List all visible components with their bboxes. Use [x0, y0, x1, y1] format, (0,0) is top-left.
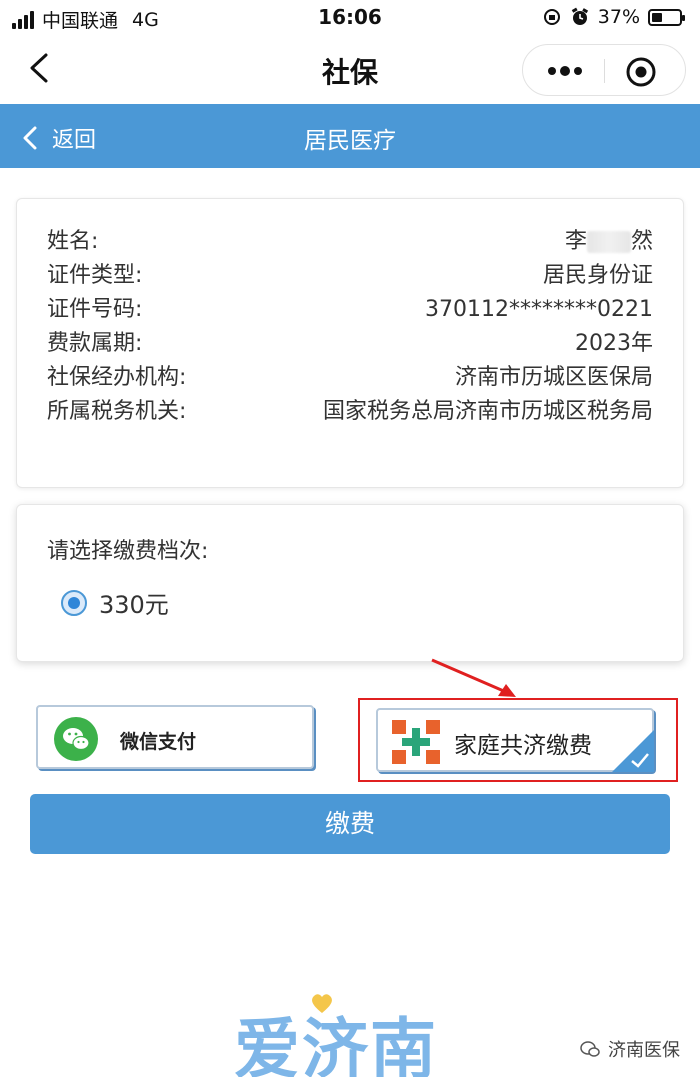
- battery-fill: [652, 12, 662, 22]
- info-value: 居民身份证: [542, 263, 653, 288]
- tier-amount: 330元: [99, 591, 169, 619]
- wechat-official-account-icon: [580, 1041, 600, 1057]
- family-pay-label: 家庭共济缴费: [454, 733, 592, 759]
- name-suffix: 然: [630, 229, 653, 254]
- wechat-pay-button[interactable]: 微信支付: [36, 705, 314, 769]
- info-label: 费款属期:: [47, 331, 143, 356]
- selected-check-icon: [612, 730, 654, 772]
- pay-submit-button[interactable]: 缴费: [30, 794, 670, 854]
- tier-prompt: 请选择缴费档次:: [47, 539, 209, 564]
- family-pay-icon: [392, 720, 440, 764]
- info-value-name: 李然: [565, 225, 653, 259]
- account-name: 济南医保: [608, 1040, 680, 1061]
- info-value: 370112********0221: [425, 297, 653, 322]
- info-value: 国家税务总局济南市历城区税务局: [322, 399, 653, 424]
- info-card: 姓名: 李然 证件类型: 居民身份证 证件号码: 370112********0…: [16, 198, 684, 488]
- info-label: 所属税务机关:: [47, 399, 187, 424]
- capsule-menu: [522, 44, 686, 96]
- tier-card: 请选择缴费档次: 330元: [16, 504, 684, 662]
- close-miniprogram-icon[interactable]: [625, 56, 657, 88]
- name-prefix: 李: [564, 229, 587, 254]
- info-value: 2023年: [575, 331, 653, 356]
- heart-icon: [312, 994, 332, 1013]
- account-tag: 济南医保: [580, 1036, 680, 1062]
- battery-icon: [648, 8, 685, 26]
- annotation-arrow: [431, 658, 516, 697]
- rotation-lock-icon: [543, 9, 560, 25]
- status-bar: 中国联通 4G 16:06 37%: [0, 0, 700, 36]
- info-label: 证件类型:: [47, 263, 143, 288]
- tier-option-radio[interactable]: 330元: [61, 585, 169, 620]
- wechat-pay-label: 微信支付: [120, 731, 197, 753]
- battery-percent: 37%: [597, 6, 640, 28]
- page-title: 居民医疗: [304, 128, 396, 154]
- alarm-icon: [571, 7, 588, 25]
- wechat-icon: [54, 717, 98, 761]
- brand-watermark: 爱济南: [234, 1011, 438, 1077]
- status-right: 37%: [542, 6, 685, 28]
- info-value: 济南市历城区医保局: [454, 365, 653, 390]
- family-pay-button[interactable]: 家庭共济缴费: [376, 708, 654, 772]
- capsule-divider: [604, 59, 605, 83]
- redaction-blur: [586, 231, 631, 253]
- nav-bar: 社保: [0, 36, 700, 104]
- more-icon[interactable]: [545, 61, 585, 81]
- radio-selected-icon: [61, 589, 87, 616]
- page-header: 返回 居民医疗: [0, 104, 700, 168]
- info-label: 社保经办机构:: [47, 365, 187, 390]
- info-label: 姓名:: [47, 229, 99, 254]
- info-label: 证件号码:: [47, 297, 143, 322]
